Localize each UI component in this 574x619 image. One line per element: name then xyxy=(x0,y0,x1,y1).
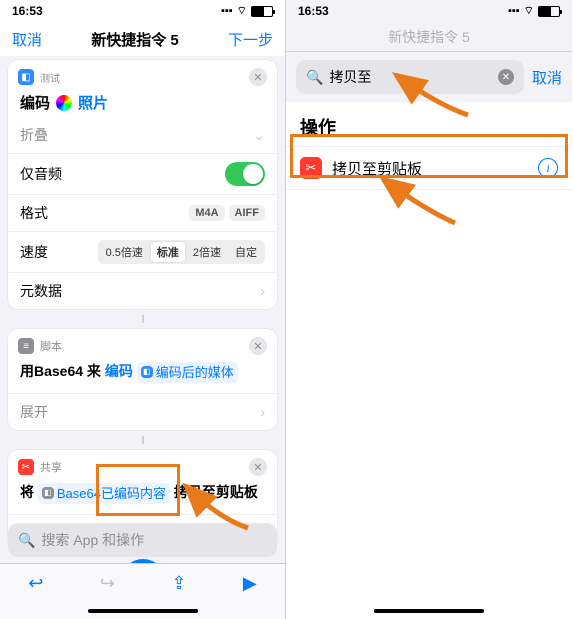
encode-label: 编码 xyxy=(20,92,50,113)
status-icons: ▪▪▪ ⌔ xyxy=(508,4,560,18)
connector-line xyxy=(142,315,144,323)
audio-only-toggle[interactable] xyxy=(225,162,265,186)
wifi-icon: ⌔ xyxy=(237,4,247,18)
bottom-area: 🔍 搜索 App 和操作 ↩ ↪ ⇪ ▶ xyxy=(0,517,285,619)
format-tag-m4a[interactable]: M4A xyxy=(189,205,224,221)
close-icon[interactable]: ✕ xyxy=(249,337,267,355)
share-icon: ✂ xyxy=(18,459,34,475)
nav-bar-peek: 新快捷指令 5 xyxy=(286,22,572,52)
connector-line xyxy=(142,436,144,444)
peek-title: 新快捷指令 5 xyxy=(388,27,470,47)
cancel-button[interactable]: 取消 xyxy=(12,29,42,50)
share-button[interactable]: ⇪ xyxy=(171,573,186,594)
fold-row[interactable]: 折叠 ⌄ xyxy=(8,117,277,153)
battery-icon xyxy=(251,6,273,17)
left-screen: 16:53 ▪▪▪ ⌔ 取消 新快捷指令 5 下一步 ◧ 测试 ✕ 编码 照片 … xyxy=(0,0,286,619)
home-indicator xyxy=(286,603,572,619)
status-time: 16:53 xyxy=(12,4,43,18)
status-time: 16:53 xyxy=(298,4,329,18)
encode-icon: ◧ xyxy=(18,69,34,85)
format-label: 格式 xyxy=(20,203,189,223)
share-pre: 将 xyxy=(20,484,34,500)
encode-card-head: ◧ 测试 ✕ xyxy=(8,60,277,86)
search-icon: 🔍 xyxy=(18,532,35,549)
signal-icon: ▪▪▪ xyxy=(508,5,520,17)
script-pill-text: 编码后的媒体 xyxy=(156,363,234,383)
search-icon: 🔍 xyxy=(306,69,323,86)
encode-card: ◧ 测试 ✕ 编码 照片 折叠 ⌄ 仅音频 格式 M4A AIFF 速度 xyxy=(8,60,277,309)
expand-label: 展开 xyxy=(20,402,48,422)
play-button[interactable]: ▶ xyxy=(243,573,257,594)
format-tag-aiff[interactable]: AIFF xyxy=(229,205,265,221)
metadata-row[interactable]: 元数据 › xyxy=(8,272,277,309)
info-icon[interactable]: i xyxy=(538,158,558,178)
speed-opt-1[interactable]: 标准 xyxy=(151,242,185,262)
format-row[interactable]: 格式 M4A AIFF xyxy=(8,194,277,231)
script-card-head: ≡ 脚本 ✕ xyxy=(8,329,277,355)
format-tags: M4A AIFF xyxy=(189,205,265,221)
script-body: 用Base64 来 编码 ◧ 编码后的媒体 xyxy=(8,355,277,393)
search-placeholder: 搜索 App 和操作 xyxy=(41,530,144,550)
photos-link[interactable]: 照片 xyxy=(78,92,108,113)
script-icon: ≡ xyxy=(18,338,34,354)
metadata-label: 元数据 xyxy=(20,281,260,301)
speed-opt-2[interactable]: 2倍速 xyxy=(187,242,227,262)
chevron-right-icon: › xyxy=(260,404,265,420)
fold-label: 折叠 xyxy=(20,125,253,145)
script-expand[interactable]: 展开 › xyxy=(8,393,277,430)
share-pill-text: Base64已编码内容 xyxy=(57,484,166,504)
script-link[interactable]: 编码 xyxy=(105,363,133,379)
share-card-head: ✂ 共享 ✕ xyxy=(8,450,277,476)
action-row-copy-clipboard[interactable]: ✂ 拷贝至剪贴板 i xyxy=(286,146,572,190)
share-body: 将 ◧ Base64已编码内容 拷贝至剪贴板 xyxy=(8,476,277,514)
photos-icon xyxy=(56,95,72,111)
speed-row: 速度 0.5倍速 标准 2倍速 自定 xyxy=(8,231,277,272)
close-icon[interactable]: ✕ xyxy=(249,68,267,86)
chevron-down-icon: ⌄ xyxy=(253,127,265,144)
toolbar: ↩ ↪ ⇪ ▶ xyxy=(0,563,285,603)
share-pill[interactable]: ◧ Base64已编码内容 xyxy=(38,483,170,505)
search-bar[interactable]: 🔍 搜索 App 和操作 xyxy=(8,523,277,557)
search-wrap: 🔍 拷贝至 ✕ 取消 xyxy=(286,52,572,102)
encoded-icon: ◧ xyxy=(42,487,54,499)
nav-bar: 取消 新快捷指令 5 下一步 xyxy=(0,22,285,56)
encode-badge: 测试 xyxy=(40,70,60,85)
redo-button[interactable]: ↪ xyxy=(100,573,115,594)
signal-icon: ▪▪▪ xyxy=(221,5,233,17)
search-value: 拷贝至 xyxy=(329,67,371,87)
audio-only-row: 仅音频 xyxy=(8,153,277,194)
status-bar: 16:53 ▪▪▪ ⌔ xyxy=(286,0,572,22)
status-icons: ▪▪▪ ⌔ xyxy=(221,4,273,18)
script-pre: 用Base64 来 xyxy=(20,363,101,379)
undo-button[interactable]: ↩ xyxy=(28,573,43,594)
cancel-button[interactable]: 取消 xyxy=(532,67,562,88)
page-title: 新快捷指令 5 xyxy=(91,29,179,50)
results-body: 操作 ✂ 拷贝至剪贴板 i xyxy=(286,102,572,619)
right-screen: 16:53 ▪▪▪ ⌔ 新快捷指令 5 🔍 拷贝至 ✕ 取消 操作 ✂ 拷贝至剪… xyxy=(286,0,572,619)
audio-only-label: 仅音频 xyxy=(20,164,225,184)
share-post: 拷贝至剪贴板 xyxy=(174,484,258,500)
script-pill[interactable]: ◧ 编码后的媒体 xyxy=(137,362,238,384)
clear-icon[interactable]: ✕ xyxy=(498,69,514,85)
script-badge: 脚本 xyxy=(40,338,62,354)
action-label: 拷贝至剪贴板 xyxy=(332,158,422,179)
script-card: ≡ 脚本 ✕ 用Base64 来 编码 ◧ 编码后的媒体 展开 › xyxy=(8,329,277,430)
status-bar: 16:53 ▪▪▪ ⌔ xyxy=(0,0,285,22)
close-icon[interactable]: ✕ xyxy=(249,458,267,476)
home-indicator xyxy=(0,603,285,619)
next-button[interactable]: 下一步 xyxy=(228,29,273,50)
section-title: 操作 xyxy=(286,102,572,146)
wifi-icon: ⌔ xyxy=(524,4,534,18)
share-badge: 共享 xyxy=(40,459,62,475)
battery-icon xyxy=(538,6,560,17)
media-icon: ◧ xyxy=(141,366,153,378)
speed-segmented[interactable]: 0.5倍速 标准 2倍速 自定 xyxy=(98,240,265,264)
scissors-icon: ✂ xyxy=(300,157,322,179)
speed-opt-3[interactable]: 自定 xyxy=(229,242,263,262)
speed-label: 速度 xyxy=(20,242,98,262)
speed-opt-0[interactable]: 0.5倍速 xyxy=(100,242,149,262)
search-input[interactable]: 🔍 拷贝至 ✕ xyxy=(296,60,524,94)
encode-title-row: 编码 照片 xyxy=(8,86,277,117)
chevron-right-icon: › xyxy=(260,283,265,299)
